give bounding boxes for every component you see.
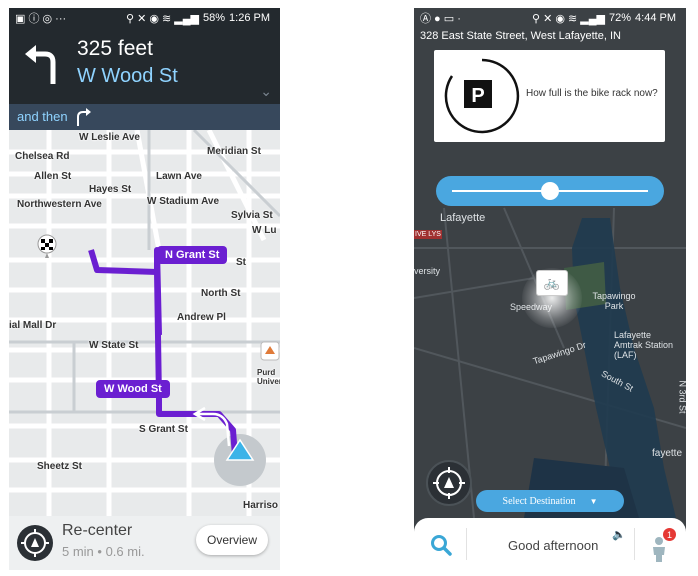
map-label-mall: ial Mall Dr	[9, 320, 57, 331]
destination-flag-icon[interactable]	[37, 234, 57, 258]
map-label-andrew: Andrew Pl	[177, 312, 226, 323]
bike-rack-marker-icon[interactable]: 🚲	[536, 270, 568, 296]
turn-distance: 325 feet	[77, 37, 153, 60]
signal-icons: ⚲ ✕ ◉ ≋ ▂▄▆	[531, 12, 605, 25]
map-label-sylvia: Sylvia St	[231, 210, 273, 221]
clock: 4:44 PM	[635, 12, 676, 24]
route-badge-w-wood: W Wood St	[96, 380, 170, 398]
current-address: 328 East State Street, West Lafayette, I…	[420, 30, 621, 42]
notification-badge: 1	[663, 528, 676, 541]
speaker-icon[interactable]: 🔈	[612, 528, 626, 541]
map-label-amtrak: Lafayette Amtrak Station (LAF)	[614, 330, 674, 360]
map-view[interactable]: W Leslie Ave Chelsea Rd Meridian St Alle…	[9, 130, 280, 516]
parking-icon: P	[444, 58, 520, 134]
chevron-down-icon[interactable]: ⌄	[260, 83, 272, 100]
turn-street-name: W Wood St	[77, 65, 178, 87]
bottom-bar: Re-center 5 min • 0.6 mi. Overview	[9, 516, 280, 570]
recenter-button[interactable]	[17, 525, 53, 561]
eta-summary: 5 min • 0.6 mi.	[62, 544, 145, 559]
crosshair-icon	[433, 467, 465, 499]
clock: 1:26 PM	[229, 12, 270, 24]
report-prompt-card: P How full is the bike rack now?	[434, 50, 665, 142]
battery-level: 72%	[609, 12, 632, 24]
recenter-button[interactable]	[426, 460, 472, 506]
map-label-tapawingo-park: Tapawingo Park	[592, 291, 636, 311]
map-label-versity: versity	[414, 266, 441, 276]
map-label-ive-lys: IVE LYS	[414, 230, 442, 239]
signal-icons: ⚲ ✕ ◉ ≋ ▂▄▆	[125, 12, 199, 25]
map-label-fayette: fayette	[652, 448, 683, 459]
map-label-harriso: Harriso	[243, 500, 279, 511]
greeting-text: Good afternoon	[508, 538, 599, 553]
map-label-purdue: Purd Univer	[257, 368, 280, 386]
map-label-st: St	[236, 257, 246, 268]
divider	[466, 528, 467, 560]
fullness-slider[interactable]	[436, 176, 664, 206]
report-screen: Ⓐ ● ▭ · ⚲ ✕ ◉ ≋ ▂▄▆ 72% 4:44 PM 328 East…	[414, 8, 686, 570]
bottom-bar: Good afternoon 🔈 1	[414, 518, 686, 570]
divider	[634, 528, 635, 560]
then-label: and then	[17, 109, 68, 124]
map-label-wlu: W Lu	[252, 225, 277, 236]
map-label-wstate: W State St	[89, 340, 139, 351]
map-label-chelsea: Chelsea Rd	[15, 151, 70, 162]
recenter-label[interactable]: Re-center	[62, 522, 132, 540]
map-label-meridian: Meridian St	[207, 146, 261, 157]
map-label-hayes: Hayes St	[89, 184, 132, 195]
notification-icons: Ⓐ ● ▭ ·	[420, 13, 461, 25]
search-icon[interactable]	[430, 534, 452, 556]
map-label-stadium: W Stadium Ave	[147, 196, 220, 207]
chevron-down-icon: ▼	[589, 496, 598, 506]
place-marker-icon[interactable]	[260, 341, 280, 361]
select-destination-label: Select Destination	[502, 495, 576, 507]
crosshair-icon	[21, 529, 49, 557]
prompt-question: How full is the bike rack now?	[526, 88, 658, 99]
map-label-north: North St	[201, 288, 241, 299]
slider-handle[interactable]	[541, 182, 559, 200]
map-label-w-leslie: W Leslie Ave	[79, 132, 140, 143]
map-label-sgrant: S Grant St	[139, 424, 188, 435]
select-destination-dropdown[interactable]: Select Destination ▼	[476, 490, 624, 512]
navigation-screen: ▣ ⓘ ◎ ··· ⚲ ✕ ◉ ≋ ▂▄▆ 58% 1:26 PM 325 fe…	[9, 8, 280, 570]
status-bar: Ⓐ ● ▭ · ⚲ ✕ ◉ ≋ ▂▄▆ 72% 4:44 PM	[414, 8, 686, 28]
turn-right-icon	[77, 108, 91, 126]
map-label-lawn: Lawn Ave	[156, 171, 202, 182]
svg-text:P: P	[471, 85, 484, 107]
turn-left-icon	[25, 45, 56, 84]
route-badge-n-grant: N Grant St	[157, 246, 228, 264]
map-label-sheetz: Sheetz St	[37, 461, 83, 472]
status-bar: ▣ ⓘ ◎ ··· ⚲ ✕ ◉ ≋ ▂▄▆ 58% 1:26 PM	[9, 8, 280, 28]
overview-button[interactable]: Overview	[196, 525, 268, 555]
map-label-lafayette: Lafayette	[440, 212, 486, 224]
map-label-northwestern: Northwestern Ave	[17, 199, 102, 210]
battery-level: 58%	[203, 12, 226, 24]
next-turn-bar: and then	[9, 104, 280, 130]
turn-instruction-banner[interactable]: 325 feet W Wood St ⌄	[9, 28, 280, 104]
map-label-allen: Allen St	[34, 171, 72, 182]
notification-icons: ▣ ⓘ ◎ ···	[15, 13, 67, 25]
map-label-n3rd: N 3rd St	[677, 380, 686, 414]
